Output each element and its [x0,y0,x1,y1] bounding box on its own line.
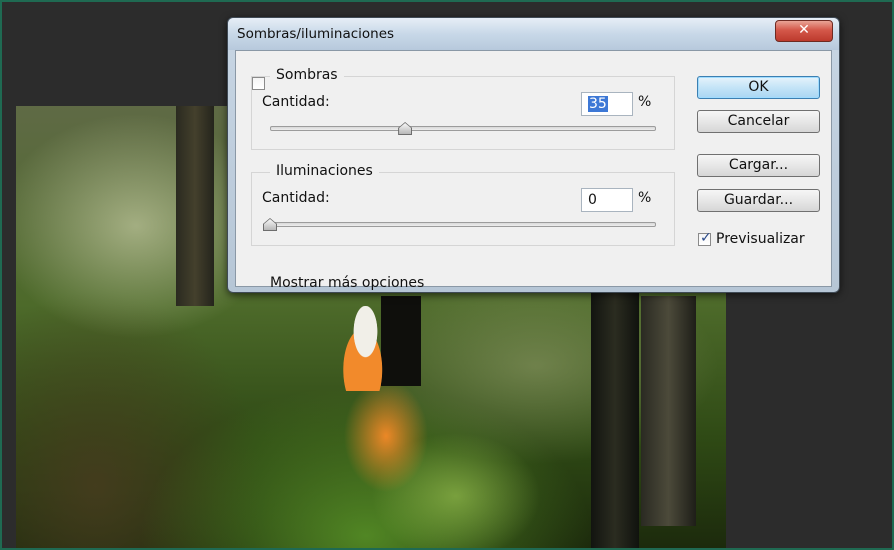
shadows-amount-label: Cantidad: [262,94,330,110]
ok-button[interactable]: OK [697,76,820,99]
shadows-amount-value: 35 [588,96,608,112]
person-figure [338,306,393,391]
tree-trunk [641,296,696,526]
shadows-highlights-dialog: Sombras/iluminaciones ✕ Sombras Cantidad… [227,17,840,293]
highlights-amount-input[interactable]: 0 [581,188,633,212]
load-button[interactable]: Cargar... [697,154,820,177]
highlights-amount-value: 0 [588,192,597,208]
highlights-legend: Iluminaciones [270,163,379,179]
tree-trunk [176,106,214,306]
highlights-group: Iluminaciones Cantidad: 0 % [251,163,675,246]
preview-label[interactable]: Previsualizar [716,231,805,247]
tree-trunk [591,286,639,548]
close-button[interactable]: ✕ [775,20,833,42]
shadows-legend: Sombras [270,67,344,83]
dialog-title: Sombras/iluminaciones [237,26,395,42]
more-options-label[interactable]: Mostrar más opciones [270,275,424,291]
highlights-slider-track[interactable] [270,222,656,227]
more-options-checkbox[interactable] [252,77,265,90]
shadows-group: Sombras Cantidad: 35 % [251,67,675,150]
shadows-percent-unit: % [638,94,652,110]
highlights-amount-label: Cantidad: [262,190,330,206]
preview-checkbox[interactable]: ✓ [698,230,712,246]
save-button[interactable]: Guardar... [697,189,820,212]
highlights-percent-unit: % [638,190,652,206]
check-icon: ✓ [700,230,712,246]
highlights-slider-thumb[interactable] [264,219,276,230]
shadows-amount-input[interactable]: 35 [581,92,633,116]
dialog-content: Sombras Cantidad: 35 % Iluminaciones Can… [235,50,832,291]
shadows-slider-track[interactable] [270,126,656,131]
shadows-slider-thumb[interactable] [399,123,412,134]
cancel-button[interactable]: Cancelar [697,110,820,133]
close-icon: ✕ [798,22,810,38]
dialog-titlebar[interactable]: Sombras/iluminaciones ✕ [228,18,839,50]
